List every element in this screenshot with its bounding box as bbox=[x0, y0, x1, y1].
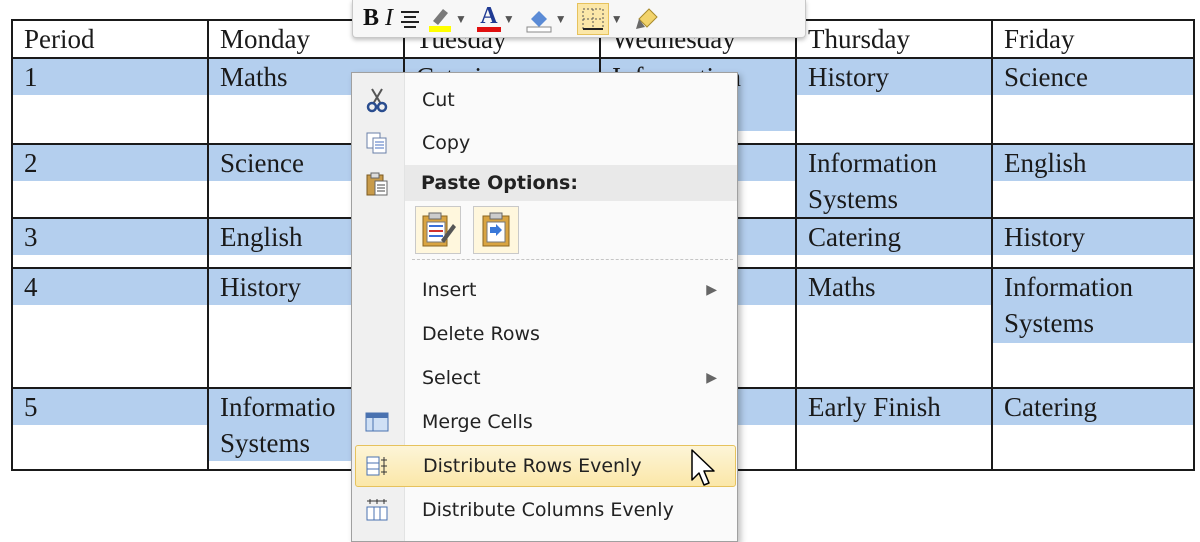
font-color-button[interactable]: A bbox=[476, 3, 501, 34]
menu-label: Cut bbox=[422, 89, 455, 111]
table-cell[interactable]: 5 bbox=[11, 387, 209, 471]
italic-icon: I bbox=[385, 5, 394, 31]
table-cell[interactable]: Science bbox=[991, 57, 1195, 145]
paste-merge-formatting-icon bbox=[482, 212, 510, 247]
menu-label: Merge Cells bbox=[422, 411, 533, 433]
shading-button[interactable] bbox=[525, 4, 553, 34]
highlight-dropdown-arrow[interactable]: ▼ bbox=[455, 12, 467, 26]
menu-item-copy[interactable]: Copy bbox=[352, 122, 737, 164]
paste-options-header: Paste Options: bbox=[405, 165, 737, 201]
menu-item-select[interactable]: Select ▶ bbox=[352, 357, 737, 399]
scissors-icon bbox=[362, 85, 392, 115]
distribute-columns-icon bbox=[362, 495, 392, 525]
menu-item-cut[interactable]: Cut bbox=[352, 79, 737, 121]
copy-icon bbox=[362, 128, 392, 158]
paste-keep-formatting-button[interactable] bbox=[415, 206, 461, 254]
menu-item-insert[interactable]: Insert ▶ bbox=[352, 269, 737, 311]
highlight-icon bbox=[429, 8, 452, 32]
mini-toolbar: B I ▼ A ▼ ▼ ▼ bbox=[352, 0, 806, 38]
menu-label: Select bbox=[422, 367, 481, 389]
menu-label: Delete Rows bbox=[422, 323, 540, 345]
table-cell[interactable]: English bbox=[991, 143, 1195, 219]
table-cell[interactable]: 2 bbox=[11, 143, 209, 219]
format-painter-button[interactable] bbox=[633, 4, 661, 34]
font-color-icon: A bbox=[480, 3, 498, 29]
menu-item-distribute-rows[interactable]: Distribute Rows Evenly bbox=[355, 445, 736, 487]
menu-label: Distribute Rows Evenly bbox=[423, 455, 642, 477]
menu-item-distribute-columns[interactable]: Distribute Columns Evenly bbox=[352, 489, 737, 531]
shading-icon bbox=[526, 10, 552, 32]
italic-button[interactable]: I bbox=[385, 4, 393, 34]
bold-icon: B bbox=[363, 5, 380, 31]
mouse-pointer-icon bbox=[691, 449, 715, 486]
borders-icon bbox=[582, 8, 604, 30]
submenu-arrow-icon: ▶ bbox=[706, 282, 717, 298]
context-menu: Cut Copy Paste Options: Insert ▶ Delete … bbox=[351, 72, 738, 542]
table-cell[interactable]: 4 bbox=[11, 267, 209, 389]
menu-separator bbox=[412, 259, 733, 260]
center-align-icon bbox=[401, 10, 420, 28]
header-cell[interactable]: Thursday bbox=[795, 19, 993, 59]
format-painter-icon bbox=[635, 7, 658, 29]
table-cell[interactable]: Information Systems bbox=[795, 143, 993, 219]
table-cell[interactable]: Early Finish bbox=[795, 387, 993, 471]
table-cell[interactable]: Catering bbox=[795, 217, 993, 269]
header-cell[interactable]: Period bbox=[11, 19, 209, 59]
table-cell[interactable]: Catering bbox=[991, 387, 1195, 471]
font-color-dropdown-arrow[interactable]: ▼ bbox=[503, 12, 515, 26]
menu-item-delete-rows[interactable]: Delete Rows bbox=[352, 313, 737, 355]
clipboard-icon bbox=[362, 169, 392, 199]
bold-button[interactable]: B bbox=[363, 4, 379, 34]
table-cell[interactable]: Information Systems bbox=[991, 267, 1195, 389]
menu-label: Copy bbox=[422, 132, 471, 154]
highlight-button[interactable] bbox=[427, 4, 453, 34]
header-cell[interactable]: Friday bbox=[991, 19, 1195, 59]
menu-label: Distribute Columns Evenly bbox=[422, 499, 674, 521]
submenu-arrow-icon: ▶ bbox=[706, 370, 717, 386]
menu-item-merge-cells[interactable]: Merge Cells bbox=[352, 401, 737, 443]
table-cell[interactable]: History bbox=[795, 57, 993, 145]
table-cell[interactable]: 3 bbox=[11, 217, 209, 269]
table-cell[interactable]: 1 bbox=[11, 57, 209, 145]
merge-cells-icon bbox=[362, 407, 392, 437]
paste-keep-formatting-icon bbox=[422, 212, 456, 247]
paste-merge-formatting-button[interactable] bbox=[473, 206, 519, 254]
borders-dropdown-arrow[interactable]: ▼ bbox=[611, 12, 623, 26]
borders-button[interactable] bbox=[576, 2, 609, 35]
table-cell[interactable]: Maths bbox=[795, 267, 993, 389]
shading-dropdown-arrow[interactable]: ▼ bbox=[555, 12, 567, 26]
distribute-rows-icon bbox=[363, 451, 393, 481]
table-cell[interactable]: History bbox=[991, 217, 1195, 269]
menu-label: Insert bbox=[422, 279, 477, 301]
center-align-button[interactable] bbox=[399, 4, 421, 34]
